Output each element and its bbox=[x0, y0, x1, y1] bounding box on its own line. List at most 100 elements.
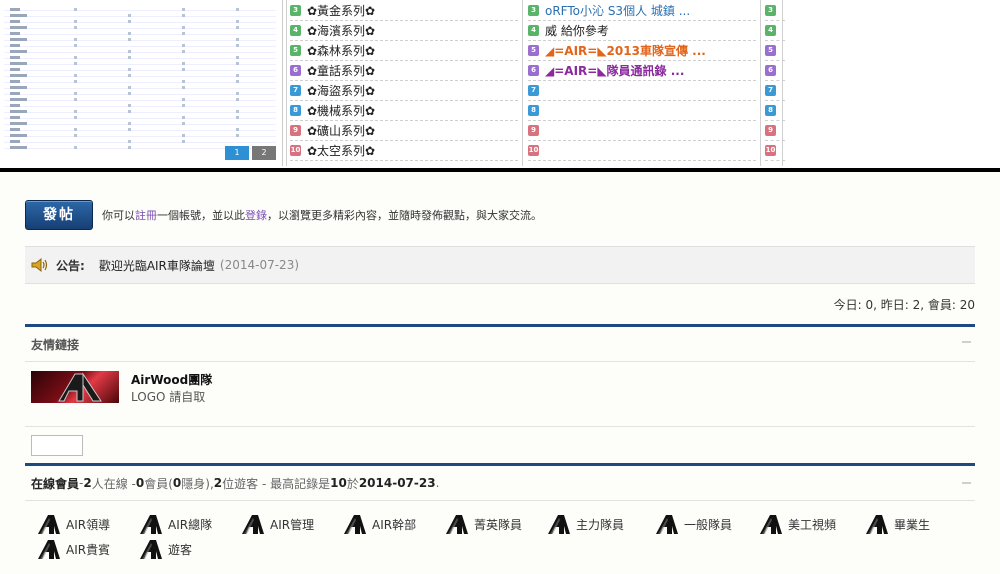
thumbnail-text bbox=[10, 146, 27, 149]
thumbnail-dot bbox=[74, 92, 77, 95]
thumbnail-dot bbox=[182, 140, 185, 143]
topic-title[interactable]: ✿海濱系列✿ bbox=[307, 22, 375, 39]
topic-title[interactable]: ◢=AIR=◣2013車隊宣傳 ... bbox=[545, 42, 706, 59]
topic-title[interactable]: ✿機械系列✿ bbox=[307, 102, 375, 119]
rank-number-icon: 10 bbox=[765, 144, 776, 156]
thumbnail-dot bbox=[182, 44, 185, 47]
online-text: . bbox=[435, 476, 440, 490]
online-text: 會員( bbox=[144, 476, 173, 491]
topic-title[interactable]: ◢=AIR=◣隊員通訊錄 ... bbox=[545, 62, 684, 79]
announcement-link[interactable]: 歡迎光臨AIR車隊論壇 bbox=[99, 257, 215, 274]
thumbnail-text bbox=[10, 74, 27, 77]
topic-title[interactable]: ✿黃金系列✿ bbox=[307, 2, 375, 19]
topic-row[interactable]: 6 ◢=AIR=◣隊員通訊錄 ... bbox=[528, 60, 756, 81]
friend-links-header: 友情鏈接 bbox=[25, 327, 975, 362]
topic-row[interactable]: 4 ✿海濱系列✿ bbox=[290, 20, 518, 41]
topic-row[interactable]: 8 bbox=[528, 100, 756, 121]
member-group-label: AIR幹部 bbox=[372, 517, 417, 532]
topic-row[interactable]: 7 ✿海盜系列✿ bbox=[290, 80, 518, 101]
rank-number-icon: 7 bbox=[290, 84, 301, 96]
topic-row[interactable]: 9 ✿礦山系列✿ bbox=[290, 120, 518, 141]
friend-link-name[interactable]: AirWood團隊 bbox=[131, 371, 212, 388]
broken-image-link[interactable] bbox=[31, 435, 83, 456]
thumbnail-dot bbox=[182, 50, 185, 53]
friend-link-description: LOGO 請自取 bbox=[131, 390, 206, 404]
thumbnail-dot bbox=[128, 140, 131, 143]
topic-row[interactable]: 6 ✿童話系列✿ bbox=[290, 60, 518, 81]
thumbnail-dot bbox=[236, 56, 239, 59]
thumbnail-dot bbox=[236, 116, 239, 119]
thumbnail-page-button[interactable]: 1 bbox=[225, 146, 249, 160]
topic-row[interactable]: 9 bbox=[528, 120, 756, 141]
collapse-icon[interactable] bbox=[962, 482, 971, 484]
topic-title[interactable]: ✿海盜系列✿ bbox=[307, 82, 375, 99]
topic-title[interactable]: ✿礦山系列✿ bbox=[307, 122, 375, 139]
thumbnail-text bbox=[10, 86, 27, 89]
topic-title[interactable]: ✿童話系列✿ bbox=[307, 62, 375, 79]
member-group-item: 美工視頻 bbox=[759, 512, 836, 536]
topic-row[interactable]: 3 ✿黃金系列✿ bbox=[290, 0, 518, 21]
thumbnail-dot bbox=[128, 14, 131, 17]
member-group-label: 主力隊員 bbox=[576, 517, 625, 532]
top-divider-bar bbox=[0, 168, 1000, 172]
topic-title[interactable]: 威 給你參考 bbox=[545, 22, 609, 39]
rank-number-icon: 4 bbox=[765, 24, 776, 36]
thumbnail-text bbox=[10, 98, 27, 101]
login-link[interactable]: 登錄 bbox=[245, 209, 267, 222]
thumbnail-dot bbox=[128, 38, 131, 41]
thumbnail-text bbox=[10, 110, 27, 113]
topic-row[interactable]: 7 bbox=[528, 80, 756, 101]
topic-row[interactable]: 4 威 給你參考 bbox=[528, 20, 756, 41]
rank-number-icon: 8 bbox=[765, 104, 776, 116]
post-button[interactable]: 發帖 bbox=[25, 200, 93, 230]
member-group-item: AIR管理 bbox=[241, 512, 314, 536]
member-group-label: 美工視頻 bbox=[788, 517, 837, 532]
announcement-bar: 公告: 歡迎光臨AIR車隊論壇 (2014-07-23) bbox=[25, 246, 975, 284]
guest-count: 2 bbox=[213, 476, 223, 490]
online-text: 人在線 - bbox=[91, 476, 136, 491]
thumbnail-page-button[interactable]: 2 bbox=[252, 146, 276, 160]
member-group-item: AIR總隊 bbox=[139, 512, 212, 536]
thumbnail-dot bbox=[128, 20, 131, 23]
topic-title[interactable]: oRFTo小沁 S3個人 城鎮 ... bbox=[545, 2, 690, 19]
thumbnail-dot bbox=[74, 134, 77, 137]
column-divider bbox=[286, 0, 287, 166]
invite-mid: 一個帳號，並以此 bbox=[157, 209, 245, 222]
thumbnail-dot bbox=[128, 128, 131, 131]
topic-row[interactable]: 10 ✿太空系列✿ bbox=[290, 140, 518, 161]
topic-row[interactable]: 8 ✿機械系列✿ bbox=[290, 100, 518, 121]
member-group-label: AIR貴賓 bbox=[66, 542, 111, 557]
topic-row[interactable]: 3 oRFTo小沁 S3個人 城鎮 ... bbox=[528, 0, 756, 21]
collapse-icon[interactable] bbox=[962, 341, 971, 343]
topic-title[interactable]: ✿森林系列✿ bbox=[307, 42, 375, 59]
online-text: 於 bbox=[346, 476, 359, 491]
topic-title[interactable]: ✿太空系列✿ bbox=[307, 142, 375, 159]
thumbnail-dot bbox=[236, 44, 239, 47]
forum-thumbnail[interactable]: 12 bbox=[0, 0, 283, 166]
thumbnail-dot bbox=[128, 68, 131, 71]
thumbnail-text bbox=[10, 134, 27, 137]
airwood-logo[interactable] bbox=[31, 371, 119, 403]
thumbnail-text bbox=[10, 26, 27, 29]
register-link[interactable]: 註冊 bbox=[135, 209, 157, 222]
thumbnail-text bbox=[10, 140, 20, 143]
thumbnail-dot bbox=[74, 80, 77, 83]
topic-row[interactable]: 10 bbox=[528, 140, 756, 161]
online-text: 位遊客 - 最高記錄是 bbox=[222, 476, 331, 491]
topic-row[interactable]: 5 ✿森林系列✿ bbox=[290, 40, 518, 61]
topic-row[interactable]: 5 ◢=AIR=◣2013車隊宣傳 ... bbox=[528, 40, 756, 61]
air-logo-icon bbox=[38, 515, 60, 534]
member-group-label: AIR管理 bbox=[270, 517, 315, 532]
thumbnail-dot bbox=[128, 92, 131, 95]
thumbnail-dot bbox=[236, 110, 239, 113]
air-logo-icon bbox=[446, 515, 468, 534]
thumbnail-dot bbox=[74, 20, 77, 23]
thumbnail-dot bbox=[128, 104, 131, 107]
thumbnail-dot bbox=[74, 116, 77, 119]
rank-number-icon: 7 bbox=[528, 84, 539, 96]
thumbnail-dot bbox=[182, 32, 185, 35]
thumbnail-line bbox=[4, 34, 276, 35]
rank-number-icon: 6 bbox=[765, 64, 776, 76]
thumbnail-dot bbox=[236, 80, 239, 83]
forum-stats: 今日: 0, 昨日: 2, 會員: 20 bbox=[833, 298, 975, 312]
